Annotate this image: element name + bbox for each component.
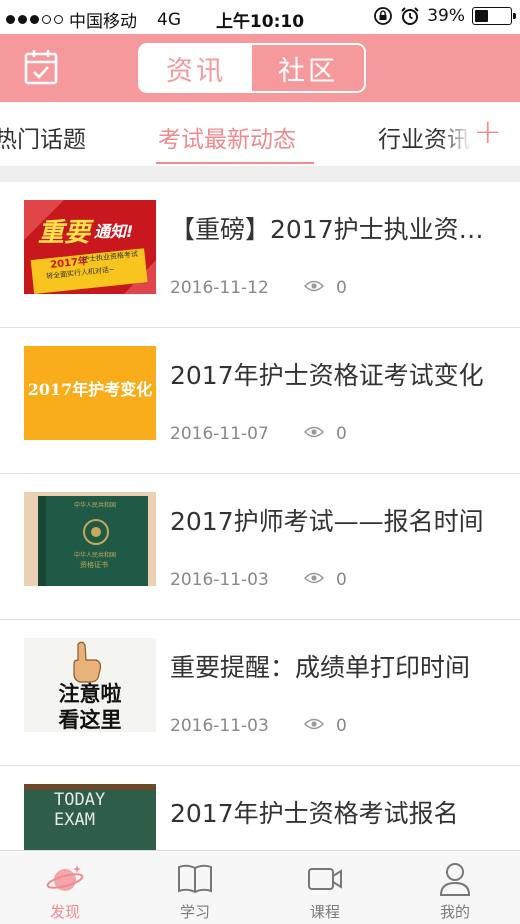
news-thumbnail: 中华人民共和国 中华人民共和国 资格证书 <box>24 492 156 586</box>
thumb-line2: EXAM <box>54 810 95 830</box>
thumb-line2: 看这里 <box>58 708 122 732</box>
battery-percent: 39% <box>427 6 465 26</box>
book-icon <box>178 864 212 894</box>
tab-label: 课程 <box>309 903 340 921</box>
person-icon <box>439 863 471 896</box>
news-thumbnail: 2017年护考变化 <box>24 346 156 440</box>
thumb-mid-text: 中华人民共和国 <box>74 552 117 559</box>
segment-community[interactable]: 社区 <box>252 45 364 91</box>
rotation-lock-icon <box>374 7 393 25</box>
plus-icon[interactable]: + <box>474 112 503 152</box>
video-camera-icon <box>308 868 342 890</box>
calendar-check-icon[interactable] <box>24 48 58 86</box>
view-count: 0 <box>336 424 347 444</box>
thumb-main-text: 重要 <box>38 218 91 248</box>
eye-icon <box>304 572 324 584</box>
view-count: 0 <box>336 716 347 736</box>
section-divider <box>0 166 520 182</box>
news-list: 重要 通知! 2017年 护士执业资格考试 将全面实行人机对话~ 【重磅】201… <box>0 182 520 912</box>
view-count: 0 <box>336 570 347 590</box>
thumb-sub-text: 通知! <box>94 222 134 241</box>
tab-courses[interactable]: 课程 <box>260 851 390 924</box>
view-count: 0 <box>336 278 347 298</box>
tab-me[interactable]: 我的 <box>390 851 520 924</box>
tab-exam-news[interactable]: 考试最新动态 <box>158 120 296 154</box>
news-title: 2017年护士资格考试报名 <box>170 799 459 828</box>
thumb-cert-text: 资格证书 <box>80 561 108 569</box>
thumb-top-text: 中华人民共和国 <box>74 502 117 509</box>
list-item[interactable]: 重要 通知! 2017年 护士执业资格考试 将全面实行人机对话~ 【重磅】201… <box>0 182 520 328</box>
active-tab-indicator <box>156 162 314 164</box>
news-title: 【重磅】2017护士执业资格考试 <box>170 215 500 244</box>
news-title: 2017护师考试——报名时间 <box>170 507 484 536</box>
segment-news[interactable]: 资讯 <box>140 45 252 91</box>
thumb-text: 2017年护考变化 <box>27 380 153 399</box>
eye-icon <box>304 280 324 292</box>
bottom-tab-bar: 发现 学习 课程 我的 <box>0 850 520 924</box>
app-header: 资讯 社区 <box>0 34 520 102</box>
news-date: 2016-11-07 <box>170 424 269 444</box>
planet-icon <box>46 865 84 891</box>
news-date: 2016-11-03 <box>170 570 269 590</box>
news-date: 2016-11-12 <box>170 278 269 298</box>
category-tabs: 热门话题 考试最新动态 行业资讯 + <box>0 102 520 166</box>
list-item[interactable]: 中华人民共和国 中华人民共和国 资格证书 2017护师考试——报名时间 2016… <box>0 474 520 620</box>
tab-label: 发现 <box>49 903 80 921</box>
news-thumbnail: 注意啦 看这里 <box>24 638 156 732</box>
status-bar: 中国移动 4G 上午10:10 39% <box>0 0 520 34</box>
list-item[interactable]: 注意啦 看这里 重要提醒：成绩单打印时间 2016-11-03 0 <box>0 620 520 766</box>
tab-label: 我的 <box>439 903 470 921</box>
tab-discover[interactable]: 发现 <box>0 851 130 924</box>
news-date: 2016-11-03 <box>170 716 269 736</box>
thumb-line1: TODAY <box>54 790 106 810</box>
news-thumbnail: 重要 通知! 2017年 护士执业资格考试 将全面实行人机对话~ <box>24 200 156 294</box>
news-title: 重要提醒：成绩单打印时间 <box>170 653 471 682</box>
tab-label: 学习 <box>179 903 210 921</box>
list-item[interactable]: 2017年护考变化 2017年护士资格证考试变化 2016-11-07 0 <box>0 328 520 474</box>
alarm-icon <box>401 7 419 25</box>
segment-control: 资讯 社区 <box>138 43 366 93</box>
eye-icon <box>304 718 324 730</box>
tab-study[interactable]: 学习 <box>130 851 260 924</box>
battery-icon <box>472 7 516 25</box>
status-right: 39% <box>373 6 516 26</box>
tab-hot-topics[interactable]: 热门话题 <box>0 120 86 154</box>
news-title: 2017年护士资格证考试变化 <box>170 361 484 390</box>
eye-icon <box>304 426 324 438</box>
